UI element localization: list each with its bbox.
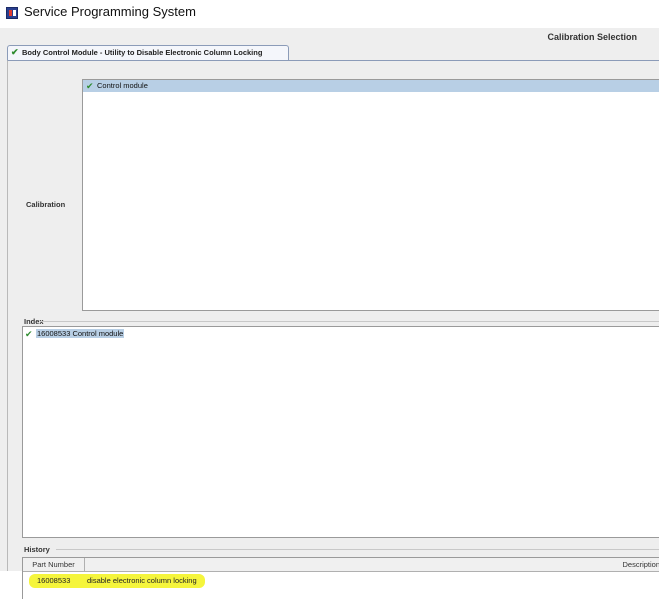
app-icon [6,7,18,19]
check-icon: ✔ [86,81,94,91]
calibration-list[interactable]: ✔ Control module [82,79,659,311]
calibration-selection-heading: Calibration Selection [547,32,637,42]
history-table-header: Part Number Description [23,558,659,572]
column-header-part-number[interactable]: Part Number [23,558,85,571]
column-header-description[interactable]: Description [85,558,659,571]
history-label: History [24,545,50,554]
tab-body-control-module[interactable]: ✔ Body Control Module - Utility to Disab… [7,45,289,60]
list-item[interactable]: ✔ 16008533 Control module [23,328,125,340]
history-table: Part Number Description 16008533 disable … [22,557,659,599]
table-row[interactable]: 16008533 disable electronic column lockin… [29,574,205,588]
index-divider [40,321,659,322]
index-list[interactable]: ✔ 16008533 Control module [22,326,659,538]
history-divider [56,549,659,550]
description-cell: disable electronic column locking [87,576,197,585]
tab-label: Body Control Module - Utility to Disable… [22,48,263,57]
calibration-label: Calibration [26,200,66,209]
index-item-label: 16008533 Control module [36,329,125,338]
main-panel: Calibration Selection ✔ Body Control Mod… [0,28,659,599]
window-title: Service Programming System [24,4,196,19]
check-icon: ✔ [11,47,19,57]
calibration-item-label: Control module [97,81,148,90]
check-icon: ✔ [25,329,33,339]
title-bar: Service Programming System [0,0,659,28]
list-item[interactable]: ✔ Control module [83,80,659,92]
part-number-cell: 16008533 [37,576,71,585]
